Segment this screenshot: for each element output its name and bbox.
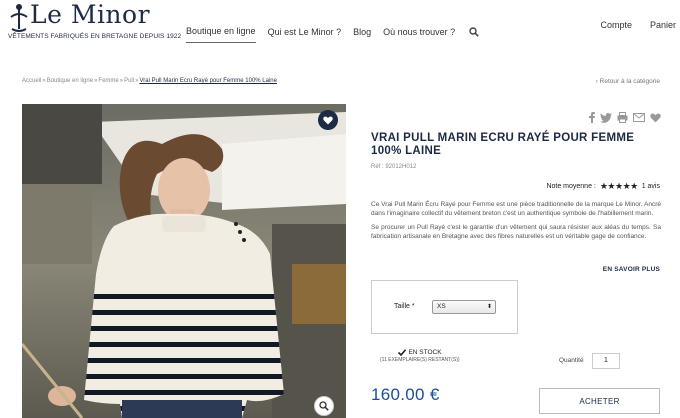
nav-about[interactable]: Qui est Le Minor ?: [268, 27, 342, 37]
cart-link[interactable]: Panier: [650, 20, 676, 30]
description-paragraph: Ce Vrai Pull Marin Écru Rayé pour Femme …: [371, 201, 661, 217]
wishlist-heart-icon[interactable]: [650, 113, 661, 123]
product-photo[interactable]: [22, 104, 346, 418]
product-reference: Réf : 92012H012: [371, 164, 417, 170]
back-to-category-link[interactable]: ‹ Retour à la catégorie: [596, 78, 660, 85]
quantity-input[interactable]: 1: [592, 353, 620, 369]
rating-summary: Note moyenne : ★★★★★ 1 avis: [546, 181, 660, 192]
product-description: Ce Vrai Pull Marin Écru Rayé pour Femme …: [371, 200, 661, 241]
breadcrumb-shop[interactable]: Boutique en ligne: [47, 78, 93, 84]
breadcrumb-current[interactable]: Vrai Pull Marin Ecru Rayé pour Femme 100…: [139, 78, 277, 84]
breadcrumb-separator: »: [94, 78, 98, 84]
breadcrumb-home[interactable]: Accueil: [22, 78, 41, 84]
breadcrumb: Accueil » Boutique en ligne » Femme » Pu…: [22, 78, 277, 84]
breadcrumb-separator: »: [42, 78, 46, 84]
breadcrumb-pull[interactable]: Pull: [124, 78, 134, 84]
size-select[interactable]: XS ⬍: [432, 300, 496, 314]
stock-detail: (11 EXEMPLAIRE(S) RESTANT(S)): [380, 357, 460, 363]
product-price: 160.00 €: [371, 385, 440, 404]
mail-icon[interactable]: [633, 113, 645, 122]
facebook-icon[interactable]: [589, 112, 595, 123]
search-icon[interactable]: [469, 26, 479, 37]
share-bar: [589, 112, 661, 123]
rating-stars: ★★★★★: [599, 181, 638, 191]
nav-blog[interactable]: Blog: [353, 27, 371, 37]
logo-emblem-icon: [10, 4, 28, 32]
breadcrumb-women[interactable]: Femme: [98, 78, 118, 84]
quantity-label: Quantité: [559, 357, 584, 364]
print-icon[interactable]: [617, 112, 628, 123]
description-paragraph: Se procurer un Pull Rayé c'est le garant…: [371, 224, 661, 240]
twitter-icon[interactable]: [600, 112, 612, 123]
brand-tagline: VÊTEMENTS FABRIQUÉS EN BRETAGNE DEPUIS 1…: [8, 33, 182, 40]
rating-label: Note moyenne :: [546, 183, 596, 190]
favorite-button[interactable]: [318, 110, 338, 130]
heart-icon: [323, 115, 333, 124]
nav-boutique[interactable]: Boutique en ligne: [186, 26, 256, 43]
breadcrumb-separator: »: [119, 78, 124, 84]
breadcrumb-separator: »: [135, 78, 139, 84]
buy-button[interactable]: ACHETER: [539, 388, 660, 414]
product-title: VRAI PULL MARIN ECRU RAYÉ POUR FEMME 100…: [371, 132, 635, 157]
nav-stores[interactable]: Où nous trouver ?: [383, 27, 455, 37]
stock-status: EN STOCK (11 EXEMPLAIRE(S) RESTANT(S)): [380, 349, 460, 363]
review-count[interactable]: 1 avis: [642, 183, 660, 190]
zoom-button[interactable]: [314, 396, 334, 416]
size-value: XS: [437, 303, 446, 310]
main-nav: Boutique en ligne Qui est Le Minor ? Blo…: [186, 20, 479, 43]
select-arrow-icon: ⬍: [486, 304, 492, 310]
checkmark-icon: [398, 349, 407, 356]
zoom-icon: [319, 401, 329, 411]
size-selector-box: Taille * XS ⬍: [371, 280, 518, 334]
account-link[interactable]: Compte: [600, 20, 632, 30]
read-more-link[interactable]: EN SAVOIR PLUS: [603, 266, 660, 273]
brand-name: Le Minor: [30, 0, 151, 29]
stock-label: EN STOCK: [408, 349, 442, 356]
size-label: Taille *: [394, 303, 415, 310]
